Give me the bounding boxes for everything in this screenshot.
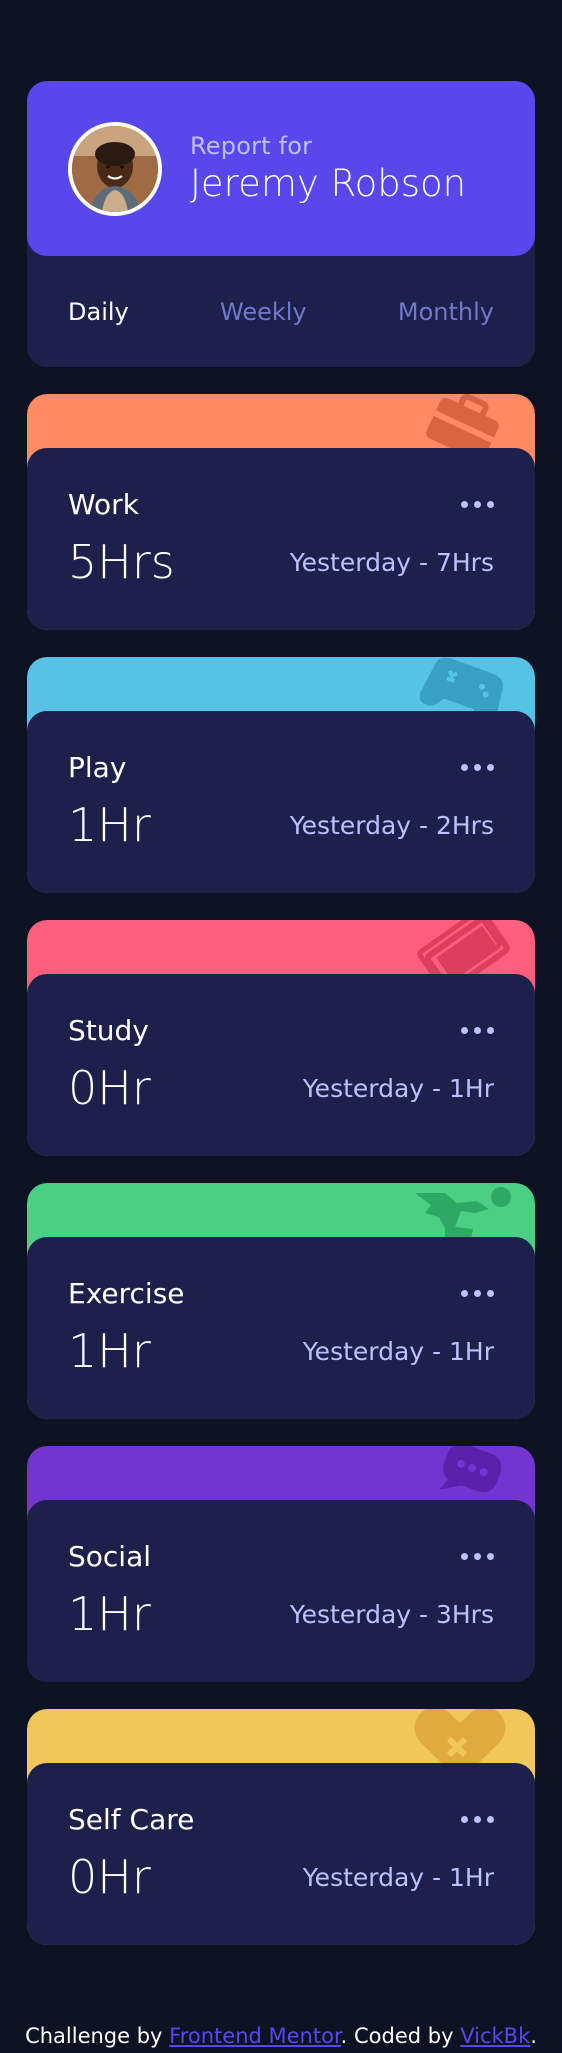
card-body: Play 1Hr Yesterday - 2Hrs <box>27 711 535 893</box>
tab-weekly[interactable]: Weekly <box>220 298 307 326</box>
card-body: Self Care 0Hr Yesterday - 1Hr <box>27 1763 535 1945</box>
previous-hours: Yesterday - 3Hrs <box>289 1599 494 1629</box>
current-hours: 1Hr <box>68 1587 151 1641</box>
tab-monthly[interactable]: Monthly <box>398 298 494 326</box>
previous-hours: Yesterday - 2Hrs <box>289 810 494 840</box>
activity-title: Exercise <box>68 1277 185 1310</box>
activity-title: Work <box>68 488 139 521</box>
profile-card: Report for Jeremy Robson Daily Weekly Mo… <box>27 81 535 367</box>
footer-suffix: . <box>530 2024 537 2048</box>
period-tabs: Daily Weekly Monthly <box>27 256 535 367</box>
current-hours: 0Hr <box>68 1850 151 1904</box>
ellipsis-icon[interactable] <box>461 1284 494 1303</box>
attribution-footer: Challenge by Frontend Mentor. Coded by V… <box>0 2024 562 2048</box>
activity-title: Play <box>68 751 127 784</box>
ellipsis-icon[interactable] <box>461 1021 494 1040</box>
activity-title: Self Care <box>68 1803 195 1836</box>
activity-title: Study <box>68 1014 149 1047</box>
footer-prefix: Challenge by <box>25 2024 170 2048</box>
previous-hours: Yesterday - 1Hr <box>302 1073 494 1103</box>
ellipsis-icon[interactable] <box>461 1810 494 1829</box>
avatar <box>68 121 162 216</box>
ellipsis-icon[interactable] <box>461 1547 494 1566</box>
tab-daily[interactable]: Daily <box>68 298 129 326</box>
card-body: Exercise 1Hr Yesterday - 1Hr <box>27 1237 535 1419</box>
footer-middle: . Coded by <box>340 2024 461 2048</box>
profile-header: Report for Jeremy Robson <box>27 81 535 256</box>
previous-hours: Yesterday - 1Hr <box>302 1336 494 1366</box>
card-body: Social 1Hr Yesterday - 3Hrs <box>27 1500 535 1682</box>
previous-hours: Yesterday - 7Hrs <box>289 547 494 577</box>
card-body: Study 0Hr Yesterday - 1Hr <box>27 974 535 1156</box>
activity-card-play: Play 1Hr Yesterday - 2Hrs <box>27 657 535 893</box>
activity-card-study: Study 0Hr Yesterday - 1Hr <box>27 920 535 1156</box>
current-hours: 5Hrs <box>68 535 175 589</box>
frontend-mentor-link[interactable]: Frontend Mentor <box>169 2024 341 2048</box>
ellipsis-icon[interactable] <box>461 758 494 777</box>
report-for-label: Report for <box>190 132 313 160</box>
activity-card-exercise: Exercise 1Hr Yesterday - 1Hr <box>27 1183 535 1419</box>
activity-card-self-care: Self Care 0Hr Yesterday - 1Hr <box>27 1709 535 1945</box>
current-hours: 1Hr <box>68 798 151 852</box>
profile-name: Jeremy Robson <box>190 162 467 205</box>
author-link[interactable]: VickBk <box>460 2024 530 2048</box>
previous-hours: Yesterday - 1Hr <box>302 1862 494 1892</box>
activity-card-work: Work 5Hrs Yesterday - 7Hrs <box>27 394 535 630</box>
activity-card-social: Social 1Hr Yesterday - 3Hrs <box>27 1446 535 1682</box>
current-hours: 0Hr <box>68 1061 151 1115</box>
current-hours: 1Hr <box>68 1324 151 1378</box>
activity-title: Social <box>68 1540 152 1573</box>
ellipsis-icon[interactable] <box>461 495 494 514</box>
card-body: Work 5Hrs Yesterday - 7Hrs <box>27 448 535 630</box>
dashboard: Report for Jeremy Robson Daily Weekly Mo… <box>27 81 535 1945</box>
